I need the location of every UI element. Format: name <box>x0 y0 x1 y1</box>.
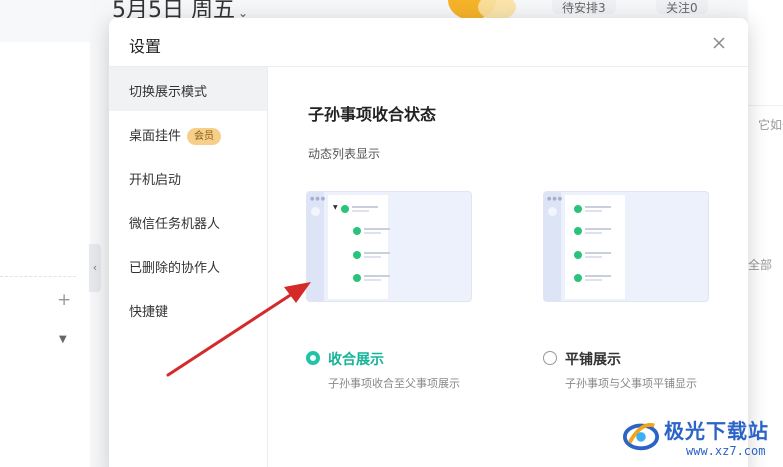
close-icon[interactable] <box>709 33 729 53</box>
tab-pending[interactable]: 待安排3 <box>552 0 616 15</box>
add-icon[interactable]: + <box>57 292 71 309</box>
sidebar-item-label: 已删除的协作人 <box>129 261 221 276</box>
sidebar-item-desktop-widget[interactable]: 桌面挂件 会员 <box>109 111 267 155</box>
settings-content: 子孙事项收合状态 动态列表显示 ●●● ▼ ●●● 收合展示 子孙事项收合至父事… <box>268 67 748 467</box>
sidebar-item-deleted-collaborators[interactable]: 已删除的协作人 <box>109 243 267 287</box>
sidebar-item-shortcuts[interactable]: 快捷键 <box>109 287 267 331</box>
preview-list <box>565 195 625 299</box>
sidebar-item-label: 桌面挂件 <box>129 129 182 144</box>
preview-avatar <box>548 207 557 216</box>
divider <box>748 105 783 106</box>
sidebar-item-wechat-bot[interactable]: 微信任务机器人 <box>109 199 267 243</box>
watermark-logo-icon <box>622 423 660 451</box>
option-label: 平铺展示 <box>565 352 621 368</box>
dialog-header: 设置 <box>109 18 748 67</box>
option-tiled[interactable]: 平铺展示 <box>543 348 653 368</box>
filter-all[interactable]: 全部 <box>748 256 772 273</box>
watermark: 极光下载站 www.xz7.com <box>616 408 783 467</box>
option-description: 子孙事项收合至父事项展示 <box>328 377 460 390</box>
right-panel <box>748 0 783 467</box>
collapsed-preview-image[interactable]: ●●● ▼ <box>306 191 472 302</box>
sidebar-item-label: 开机启动 <box>129 173 182 188</box>
member-badge: 会员 <box>187 128 222 145</box>
sidebar-item-startup[interactable]: 开机启动 <box>109 155 267 199</box>
option-label: 收合展示 <box>328 352 384 368</box>
sidebar-item-display-mode[interactable]: 切换展示模式 <box>109 67 267 111</box>
radio-checked-icon[interactable] <box>306 351 320 365</box>
radio-unchecked-icon[interactable] <box>543 351 557 365</box>
triangle-down-icon: ▼ <box>333 204 338 211</box>
tiled-preview-image[interactable]: ●●● <box>543 191 709 302</box>
window-dots-icon: ●●● <box>547 196 564 202</box>
window-dots-icon: ●●● <box>310 196 327 202</box>
sidebar-item-label: 微信任务机器人 <box>129 217 221 232</box>
section-title: 子孙事项收合状态 <box>308 105 437 124</box>
divider <box>0 276 76 277</box>
preview-avatar <box>311 207 320 216</box>
caret-down-icon[interactable]: ▼ <box>59 335 67 345</box>
left-panel-header <box>0 0 90 42</box>
settings-dialog: 设置 切换展示模式 桌面挂件 会员 开机启动 微信任务机器人 已删除的协作人 快捷… <box>109 18 748 467</box>
settings-sidebar: 切换展示模式 桌面挂件 会员 开机启动 微信任务机器人 已删除的协作人 快捷键 <box>109 67 268 467</box>
left-panel: + ▼ <box>0 0 90 467</box>
option-collapsed[interactable]: 收合展示 <box>306 348 416 368</box>
option-description: 子孙事项与父事项平铺显示 <box>565 377 697 390</box>
preview-list: ▼ <box>328 195 390 299</box>
sidebar-item-label: 切换展示模式 <box>129 85 208 100</box>
watermark-url: www.xz7.com <box>686 444 766 458</box>
section-subtitle: 动态列表显示 <box>308 147 381 161</box>
tab-follow[interactable]: 关注0 <box>656 0 708 15</box>
collapse-handle-icon[interactable]: ‹ <box>89 244 101 292</box>
watermark-name: 极光下载站 <box>664 419 769 443</box>
dialog-title: 设置 <box>129 37 162 56</box>
background-text: 它如也 <box>758 118 783 132</box>
sidebar-item-label: 快捷键 <box>129 305 169 320</box>
